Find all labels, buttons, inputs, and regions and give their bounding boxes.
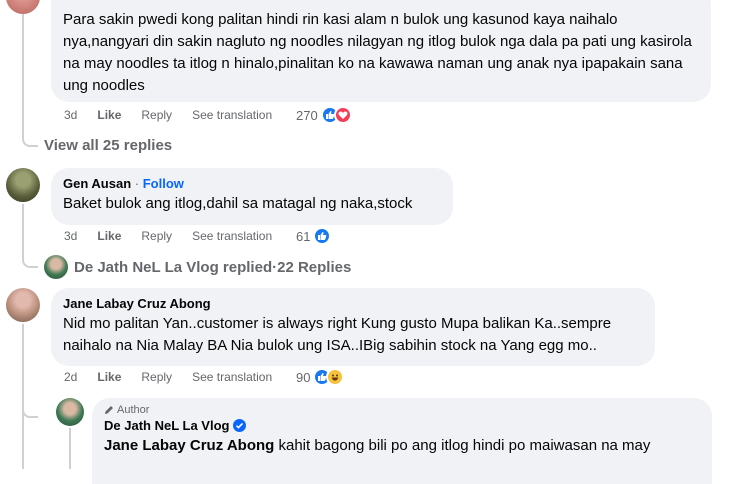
avatar[interactable]	[6, 168, 40, 202]
comment-author-line: Gen Ausan · Follow	[63, 176, 441, 191]
comment-text: Nid mo palitan Yan..customer is always r…	[63, 315, 612, 354]
author-name[interactable]: De Jath NeL La Vlog	[104, 418, 229, 433]
follow-separator: ·	[131, 176, 143, 191]
author-name[interactable]: Gen Ausan	[63, 176, 131, 191]
author-name[interactable]: Jane Labay Cruz Abong	[63, 296, 643, 311]
reply-button[interactable]: Reply	[141, 229, 172, 243]
reaction-count: 90	[296, 369, 311, 385]
pencil-icon	[105, 406, 113, 414]
comment-actions: 3d Like Reply See translation	[64, 229, 292, 243]
see-translation-link[interactable]: See translation	[192, 108, 272, 122]
avatar[interactable]	[56, 398, 84, 426]
like-button[interactable]: Like	[97, 370, 121, 384]
reaction-summary[interactable]: 270	[296, 106, 352, 124]
comment-text: Para sakin pwedi kong palitan hindi rin …	[63, 11, 692, 94]
reply-author-line: De Jath NeL La Vlog	[104, 418, 700, 433]
reaction-summary[interactable]: 61	[296, 227, 332, 245]
reply-connector	[22, 400, 38, 418]
like-button[interactable]: Like	[97, 108, 121, 122]
reaction-count: 61	[296, 228, 311, 244]
thread-line	[22, 14, 24, 136]
reply-body: kahit bagong bili po ang itlog hindi po …	[274, 437, 651, 454]
replied-by-text: De Jath NeL La Vlog replied	[74, 258, 273, 276]
thread-line	[69, 428, 71, 469]
haha-reaction-icon	[326, 368, 345, 386]
thread-line	[22, 324, 24, 469]
comment-bubble: Para sakin pwedi kong palitan hindi rin …	[51, 0, 711, 102]
reply-button[interactable]: Reply	[141, 370, 172, 384]
thread-connector	[22, 134, 38, 147]
reply-text: Jane Labay Cruz Abong kahit bagong bili …	[104, 435, 700, 457]
mention-link[interactable]: Jane Labay Cruz Abong	[104, 437, 274, 454]
love-reaction-icon	[333, 106, 352, 124]
replier-avatar	[44, 255, 68, 279]
follow-link[interactable]: Follow	[143, 176, 184, 191]
author-badge: Author	[104, 404, 700, 416]
see-translation-link[interactable]: See translation	[192, 229, 272, 243]
reply-bubble: Author De Jath NeL La Vlog Jane Labay Cr…	[92, 398, 712, 484]
comment-actions: 3d Like Reply See translation	[64, 108, 292, 122]
comment-text: Baket bulok ang itlog,dahil sa matagal n…	[63, 195, 413, 212]
comment-actions: 2d Like Reply See translation	[64, 370, 292, 384]
comment-time[interactable]: 3d	[64, 229, 77, 243]
like-reaction-icon	[313, 227, 332, 245]
comment-time[interactable]: 3d	[64, 108, 77, 122]
reaction-summary[interactable]: 90	[296, 368, 345, 386]
comment-time[interactable]: 2d	[64, 370, 77, 384]
see-translation-link[interactable]: See translation	[192, 370, 272, 384]
like-button[interactable]: Like	[97, 229, 121, 243]
thread-connector	[22, 256, 38, 268]
reply-count: 22 Replies	[277, 258, 352, 276]
comment-bubble: Gen Ausan · Follow Baket bulok ang itlog…	[51, 168, 453, 225]
author-badge-label: Author	[117, 404, 150, 416]
thread-line	[22, 204, 24, 256]
view-all-replies-link[interactable]: View all 25 replies	[22, 134, 173, 154]
replies-summary-link[interactable]: De Jath NeL La Vlog replied · 22 Replies	[22, 255, 352, 279]
avatar[interactable]	[6, 288, 40, 322]
view-replies-text: View all 25 replies	[44, 137, 173, 154]
reaction-count: 270	[296, 107, 318, 123]
reply-button[interactable]: Reply	[141, 108, 172, 122]
comment-bubble: Jane Labay Cruz Abong Nid mo palitan Yan…	[51, 288, 655, 366]
verified-icon	[233, 419, 247, 432]
avatar[interactable]	[6, 0, 40, 14]
